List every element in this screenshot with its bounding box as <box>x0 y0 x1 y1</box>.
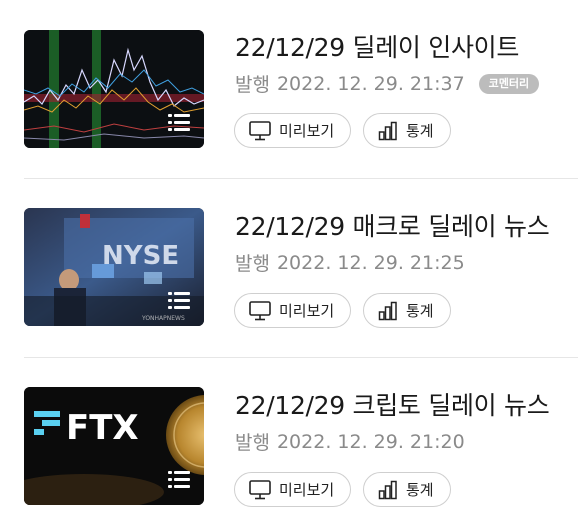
post-title[interactable]: 22/12/29 크립토 딜레이 뉴스 <box>235 386 550 422</box>
bar-chart-icon <box>378 301 397 320</box>
preview-button[interactable]: 미리보기 <box>234 472 351 507</box>
thumbnail-stock-chart[interactable] <box>24 30 204 148</box>
published-label: 발행 <box>235 253 270 275</box>
list-item[interactable]: FTX 22/12/29 크립토 딜레이 뉴스 발행 2022. 12. 29.… <box>0 358 578 532</box>
stats-button[interactable]: 통계 <box>363 293 451 328</box>
list-item[interactable]: 22/12/29 딜레이 인사이트 발행 2022. 12. 29. 21:37… <box>0 0 578 180</box>
post-title[interactable]: 22/12/29 딜레이 인사이트 <box>235 28 519 64</box>
published-date: 2022. 12. 29. 21:20 <box>276 430 465 453</box>
list-item[interactable]: NYSE YONHAPNEWS 22/12/29 매크로 딜레이 뉴스 발행 2… <box>0 179 578 359</box>
preview-button-label: 미리보기 <box>279 302 335 320</box>
publish-info: 발행 2022. 12. 29. 21:20 <box>235 428 465 455</box>
preview-button-label: 미리보기 <box>279 481 335 499</box>
bar-chart-icon <box>378 121 397 140</box>
preview-button-label: 미리보기 <box>279 122 335 140</box>
stats-button[interactable]: 통계 <box>363 113 451 148</box>
playlist-icon <box>168 292 190 310</box>
stats-button-label: 통계 <box>406 481 434 499</box>
playlist-icon <box>168 114 190 132</box>
stats-button-label: 통계 <box>406 302 434 320</box>
publish-info: 발행 2022. 12. 29. 21:37 코멘터리 <box>235 70 540 97</box>
playlist-icon <box>168 471 190 489</box>
bar-chart-icon <box>378 480 397 499</box>
monitor-icon <box>249 300 271 320</box>
post-list: 22/12/29 딜레이 인사이트 발행 2022. 12. 29. 21:37… <box>0 0 578 532</box>
category-badge: 코멘터리 <box>478 73 540 94</box>
svg-text:FTX: FTX <box>66 408 139 448</box>
stats-button[interactable]: 통계 <box>363 472 451 507</box>
monitor-icon <box>249 120 271 140</box>
preview-button[interactable]: 미리보기 <box>234 293 351 328</box>
published-date: 2022. 12. 29. 21:37 <box>276 72 465 95</box>
svg-text:YONHAPNEWS: YONHAPNEWS <box>141 315 185 322</box>
monitor-icon <box>249 479 271 499</box>
stats-button-label: 통계 <box>406 122 434 140</box>
published-date: 2022. 12. 29. 21:25 <box>276 251 465 274</box>
thumbnail-nyse-trading-floor[interactable]: NYSE YONHAPNEWS <box>24 208 204 326</box>
preview-button[interactable]: 미리보기 <box>234 113 351 148</box>
published-label: 발행 <box>235 432 270 454</box>
post-title[interactable]: 22/12/29 매크로 딜레이 뉴스 <box>235 207 550 243</box>
thumbnail-ftx-coin[interactable]: FTX <box>24 387 204 505</box>
publish-info: 발행 2022. 12. 29. 21:25 <box>235 249 465 276</box>
published-label: 발행 <box>235 74 270 96</box>
